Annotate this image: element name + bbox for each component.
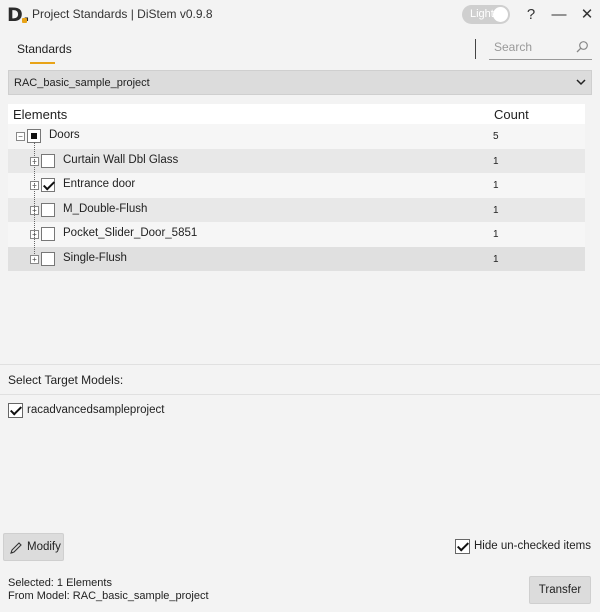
tree-row-count: 1: [493, 155, 499, 167]
tree-row-count: 1: [493, 180, 499, 191]
minimize-button[interactable]: —: [550, 6, 568, 24]
target-models-label: Select Target Models:: [8, 373, 124, 387]
tree-checkbox[interactable]: [41, 178, 55, 192]
column-header-elements: Elements: [13, 107, 68, 122]
hide-unchecked-label: Hide un-checked items: [474, 540, 591, 552]
target-model-label: racadvancedsampleproject: [27, 404, 165, 416]
active-tab-indicator: [30, 62, 55, 64]
hide-unchecked-checkbox[interactable]: [455, 539, 470, 554]
tree-row-label: Entrance door: [63, 178, 136, 190]
tree-checkbox[interactable]: [41, 251, 55, 266]
tree-checkbox[interactable]: [41, 153, 55, 168]
theme-toggle-label: Light: [470, 8, 494, 20]
tree-checkbox[interactable]: [41, 227, 55, 241]
search-icon[interactable]: [575, 40, 589, 54]
theme-toggle[interactable]: Light: [462, 5, 510, 24]
theme-toggle-knob: [493, 7, 508, 22]
transfer-button-label: Transfer: [538, 584, 582, 596]
tree-row-count: 1: [493, 204, 499, 216]
tree-row-label: Doors: [49, 129, 80, 141]
chevron-down-icon: [576, 79, 586, 86]
tree-row-doors[interactable]: − Doors 5: [8, 124, 585, 149]
collapse-icon[interactable]: −: [16, 132, 25, 141]
modify-button-label: Modify: [27, 541, 61, 553]
tree-row-count: 1: [493, 229, 499, 240]
tree-row-label: Single-Flush: [63, 251, 127, 264]
tree-row[interactable]: + Curtain Wall Dbl Glass 1: [8, 148, 585, 173]
window-title: Project Standards | DiStem v0.9.8: [32, 7, 213, 21]
tree-row-count: 5: [493, 131, 499, 142]
logo-dot: [22, 18, 27, 23]
search-box: [489, 36, 592, 60]
tree-checkbox[interactable]: [41, 202, 55, 217]
tree-row[interactable]: + Pocket_Slider_Door_5851 1: [8, 222, 585, 247]
tree-header: Elements Count: [8, 104, 585, 124]
status-area: Selected: 1 Elements From Model: RAC_bas…: [8, 577, 209, 602]
tree-row[interactable]: + Entrance door 1: [8, 173, 585, 198]
close-button[interactable]: ✕: [578, 6, 596, 24]
tree-row-label: M_Double-Flush: [63, 202, 148, 215]
tree-row-label: Curtain Wall Dbl Glass: [63, 153, 179, 166]
modify-button[interactable]: Modify: [3, 533, 64, 561]
hide-unchecked-option[interactable]: Hide un-checked items: [455, 539, 595, 555]
project-select[interactable]: RAC_basic_sample_project: [8, 70, 592, 95]
tree-connector-line: [34, 142, 35, 254]
section-divider: [0, 364, 600, 365]
tree-row-count: 1: [493, 253, 499, 265]
tab-standards[interactable]: Standards: [17, 42, 72, 56]
tree-checkbox[interactable]: [27, 129, 41, 143]
help-button[interactable]: ?: [522, 6, 540, 24]
transfer-button[interactable]: Transfer: [529, 576, 591, 604]
status-selected: Selected: 1 Elements: [8, 577, 112, 589]
elements-tree: Elements Count − Doors 5 + Curtain Wall …: [8, 104, 585, 271]
toolbar-separator: [475, 39, 476, 59]
status-from-model: From Model: RAC_basic_sample_project: [8, 589, 209, 602]
project-select-value: RAC_basic_sample_project: [14, 77, 150, 89]
tree-row[interactable]: + M_Double-Flush 1: [8, 197, 585, 222]
pencil-icon: [10, 542, 22, 554]
tree-row-label: Pocket_Slider_Door_5851: [63, 227, 198, 239]
app-logo: D.: [7, 4, 30, 26]
title-bar: D. Project Standards | DiStem v0.9.8 Lig…: [0, 0, 600, 30]
search-input[interactable]: [489, 36, 569, 58]
expand-icon[interactable]: +: [30, 254, 39, 264]
section-divider: [0, 394, 600, 395]
tree-row[interactable]: + Single-Flush 1: [8, 246, 585, 271]
column-header-count: Count: [494, 107, 529, 122]
target-model-checkbox[interactable]: [8, 403, 23, 418]
